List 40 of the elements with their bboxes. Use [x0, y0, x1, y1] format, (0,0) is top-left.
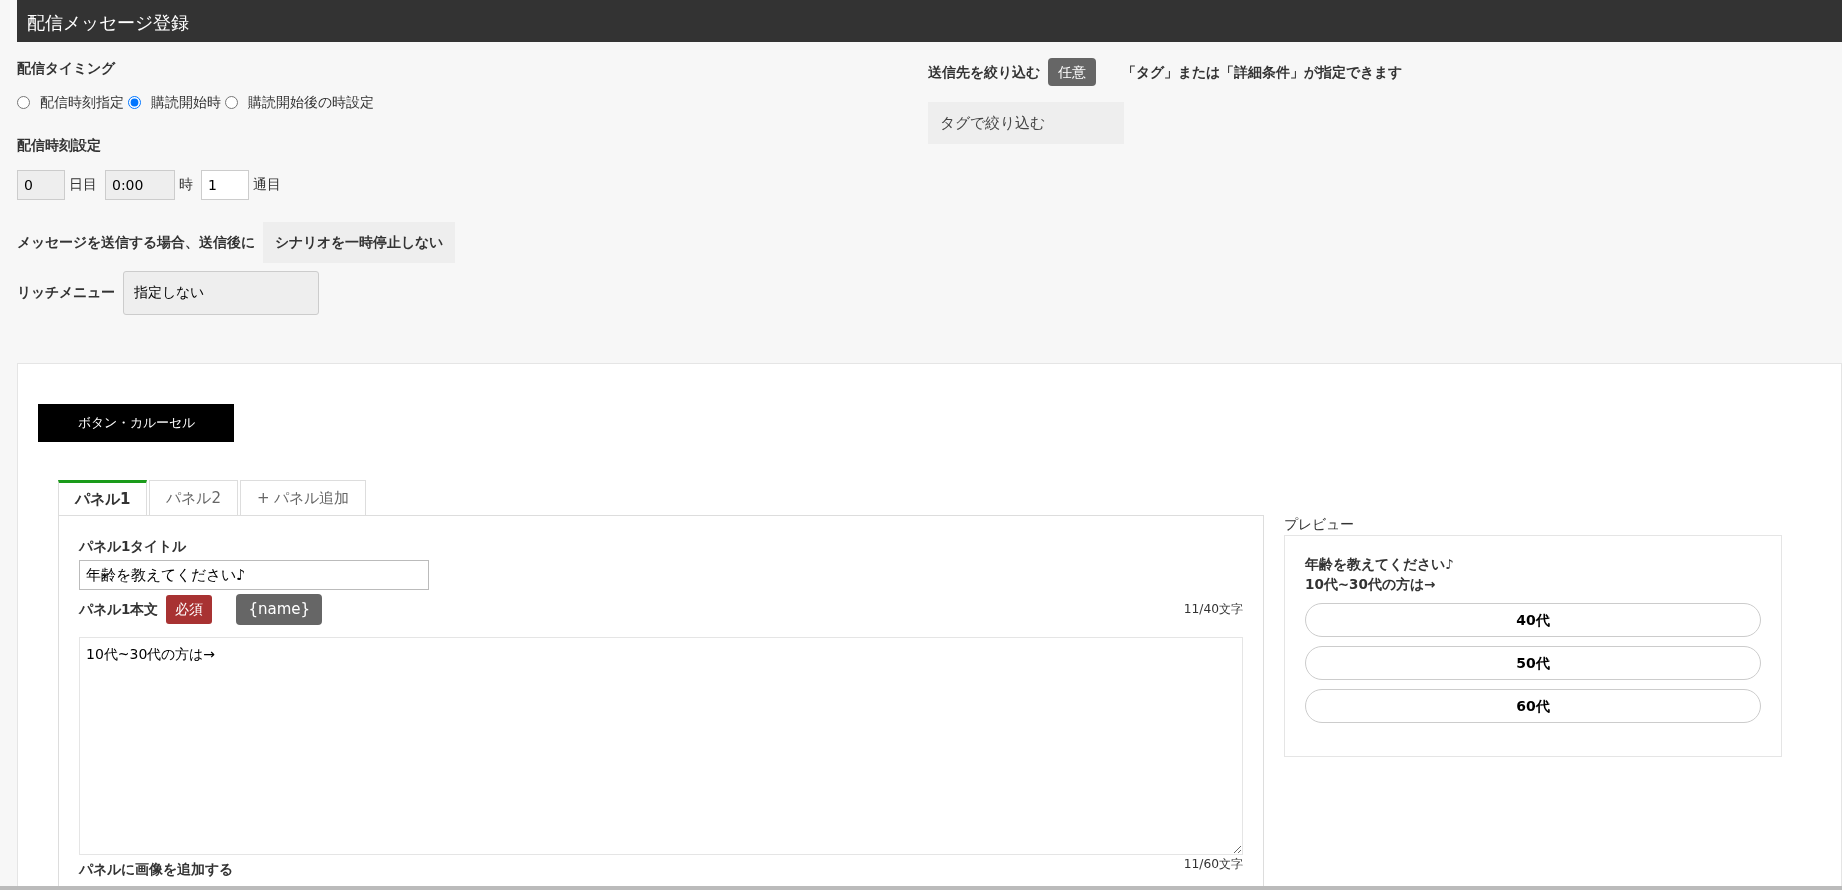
- section-label: 配信時刻設定: [17, 136, 102, 156]
- required-badge: 必須: [166, 595, 213, 624]
- body-textarea[interactable]: 10代~30代の方は→: [79, 636, 1243, 855]
- field-label: パネル1本文: [79, 600, 159, 620]
- field-label: 送信先を絞り込む: [928, 63, 1040, 82]
- input-field[interactable]: 1: [201, 169, 249, 200]
- preview-option-button[interactable]: 50代: [1305, 646, 1761, 680]
- preview-text: 10代~30代の方は→: [1305, 574, 1437, 594]
- radio-label: 購読開始後の時設定: [248, 93, 374, 113]
- field-label: パネル1タイトル: [79, 537, 188, 556]
- filter-button[interactable]: タグで絞り込む: [928, 102, 1124, 145]
- unit-label: 時: [179, 175, 193, 194]
- preview-title: 年齢を教えてください♪: [1305, 554, 1455, 574]
- field-label: メッセージを送信する場合、送信後に: [17, 232, 255, 252]
- unit-label: 日目: [69, 175, 97, 194]
- preview-option-button[interactable]: 60代: [1305, 689, 1761, 723]
- char-count: 11/60文字: [1183, 855, 1243, 873]
- tab[interactable]: + パネル追加: [240, 479, 367, 515]
- section-label: 配信タイミング: [17, 59, 117, 78]
- preview-option-button[interactable]: 40代: [1305, 603, 1761, 637]
- tab[interactable]: パネル1: [58, 479, 148, 515]
- optional-badge: 任意: [1048, 58, 1096, 87]
- carousel-button[interactable]: ボタン・カルーセル: [38, 403, 234, 442]
- title-input[interactable]: 年齢を教えてください♪: [79, 560, 429, 591]
- radio-button[interactable]: [17, 96, 30, 110]
- tab[interactable]: パネル2: [149, 479, 238, 515]
- radio-label: 配信時刻指定: [40, 93, 124, 113]
- dropdown-button[interactable]: シナリオを一時停止しない: [263, 221, 455, 263]
- dropdown-button[interactable]: 指定しない: [123, 270, 319, 315]
- hint-text: 「タグ」または「詳細条件」が指定できます: [1122, 63, 1402, 82]
- radio-button[interactable]: [128, 96, 141, 110]
- unit-label: 通目: [253, 175, 281, 194]
- radio-button[interactable]: [225, 96, 238, 110]
- preview-label: プレビュー: [1284, 514, 1355, 534]
- page-title: 配信メッセージ登録: [17, 0, 1842, 42]
- char-count: 11/40文字: [1183, 601, 1243, 619]
- field-label: パネルに画像を追加する: [79, 859, 233, 879]
- field-label: リッチメニュー: [17, 283, 115, 303]
- radio-label: 購読開始時: [151, 93, 221, 113]
- insert-name-button[interactable]: {name}: [236, 594, 323, 625]
